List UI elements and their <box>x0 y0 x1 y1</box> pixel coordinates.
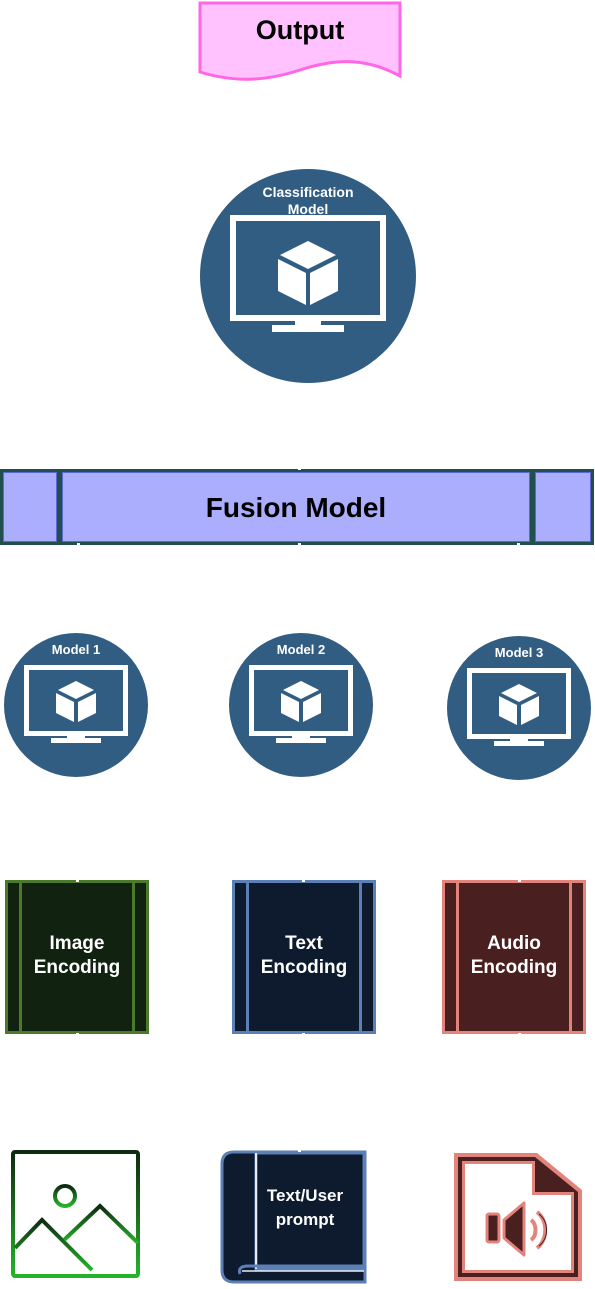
output-node: Output <box>197 0 403 82</box>
text-prompt-node: Text/User prompt <box>220 1150 368 1284</box>
connection-point <box>77 543 80 546</box>
image-encoding-node: Image Encoding <box>5 880 149 1034</box>
audio-encoding-label: Audio Encoding <box>442 932 586 980</box>
text-encoding-label: Text Encoding <box>232 932 376 980</box>
model-2-label: Model 2 <box>276 642 326 657</box>
text-encoding-label-line1: Text <box>285 933 323 954</box>
fusion-left-cell <box>3 472 57 542</box>
text-prompt-label: Text/User prompt <box>250 1184 360 1232</box>
classification-model-node: Classification Model <box>200 169 416 383</box>
connection-point <box>507 1149 510 1152</box>
connection-point <box>518 879 521 882</box>
connection-point <box>298 467 301 470</box>
image-encoding-label-line2: Encoding <box>33 957 121 978</box>
model-3-label: Model 3 <box>494 645 544 660</box>
model-3-node: Model 3 <box>447 636 591 780</box>
connection-point <box>302 1033 305 1036</box>
text-encoding-node: Text Encoding <box>232 880 376 1034</box>
audio-encoding-label-line2: Encoding <box>470 957 558 978</box>
text-prompt-label-line1: Text/User <box>266 1186 344 1205</box>
text-encoding-label-line2: Encoding <box>260 957 348 978</box>
image-encoding-label: Image Encoding <box>5 932 149 980</box>
connection-point <box>298 543 301 546</box>
classification-model-title: Classification Model <box>200 184 416 218</box>
connection-point <box>298 1149 301 1152</box>
audio-input-node <box>451 1150 585 1284</box>
monitor-cube-icon <box>249 665 353 743</box>
connection-point <box>76 879 79 882</box>
audio-file-icon <box>454 1153 582 1281</box>
audio-encoding-label-line1: Audio <box>487 933 541 954</box>
fusion-model-label: Fusion Model <box>205 492 387 523</box>
text-prompt-label-line2: prompt <box>275 1210 335 1229</box>
connection-point <box>302 879 305 882</box>
monitor-cube-icon <box>24 665 128 743</box>
image-encoding-label-line1: Image <box>49 933 105 954</box>
audio-encoding-node: Audio Encoding <box>442 880 586 1034</box>
monitor-cube-icon <box>467 668 571 746</box>
image-input-node <box>10 1148 142 1280</box>
connection-point <box>517 543 520 546</box>
model-1-label: Model 1 <box>51 642 101 657</box>
model-1-node: Model 1 <box>4 633 148 777</box>
output-label: Output <box>255 15 345 45</box>
fusion-model-node: Fusion Model <box>0 469 594 545</box>
classification-model-title-line1: Classification <box>262 184 354 200</box>
connection-point <box>76 1033 79 1036</box>
connection-point <box>518 1033 521 1036</box>
image-icon <box>11 1150 140 1278</box>
monitor-cube-icon <box>230 215 386 332</box>
fusion-right-cell <box>535 472 591 542</box>
model-2-node: Model 2 <box>229 633 373 777</box>
